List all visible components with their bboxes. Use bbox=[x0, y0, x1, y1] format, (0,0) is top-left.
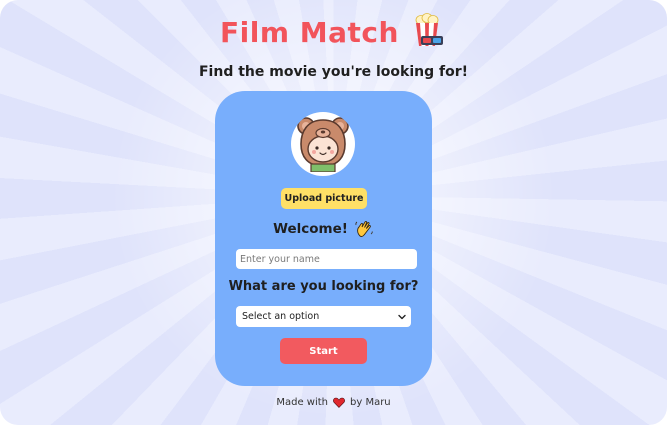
welcome-text: Welcome! bbox=[273, 221, 348, 237]
option-select[interactable]: Select an option bbox=[236, 306, 411, 327]
bear-hood-avatar bbox=[297, 117, 349, 172]
footer-made-with: Made with bbox=[276, 397, 328, 408]
footer-author: by Maru bbox=[350, 397, 391, 408]
app-title: Film Match bbox=[220, 15, 399, 49]
waving-hand-icon bbox=[355, 221, 373, 237]
heart-icon bbox=[333, 397, 345, 408]
upload-picture-button[interactable]: Upload picture bbox=[281, 188, 367, 209]
avatar bbox=[291, 112, 355, 176]
select-value: Select an option bbox=[242, 311, 320, 322]
start-button[interactable]: Start bbox=[280, 338, 367, 364]
footer: Made with by Maru bbox=[0, 397, 667, 408]
page-subtitle: Find the movie you're looking for! bbox=[198, 64, 469, 80]
header: Film Match bbox=[0, 12, 667, 52]
chevron-down-icon bbox=[398, 314, 406, 319]
welcome-heading: Welcome! bbox=[215, 219, 432, 239]
popcorn-3d-glasses-icon bbox=[415, 13, 443, 46]
name-input[interactable] bbox=[236, 249, 417, 269]
page-background: Film Match Find the movie you're looking… bbox=[0, 0, 667, 425]
question-heading: What are you looking for? bbox=[228, 279, 419, 294]
profile-card: Upload picture Welcome! What are you loo… bbox=[215, 91, 432, 386]
